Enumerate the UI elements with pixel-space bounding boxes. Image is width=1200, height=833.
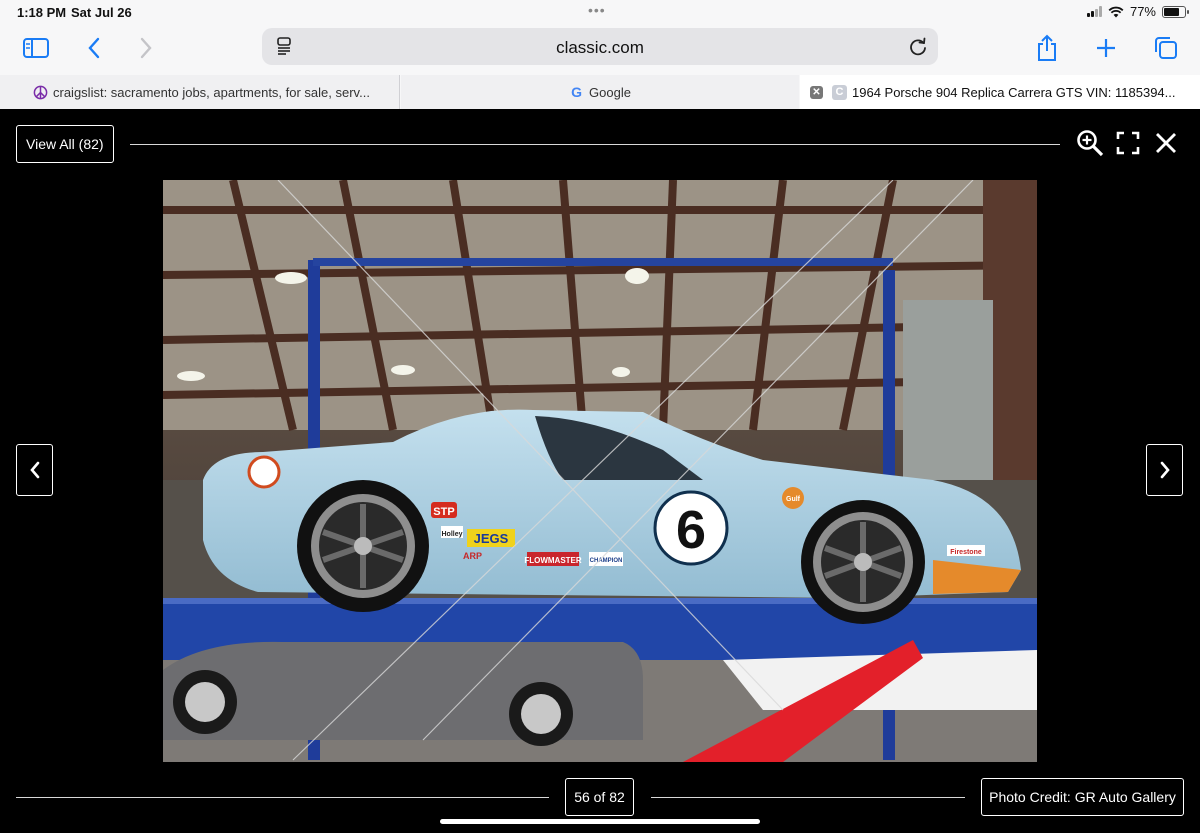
tab-title: 1964 Porsche 904 Replica Carrera GTS VIN…: [852, 84, 1176, 100]
classic-c-icon: C: [832, 84, 847, 100]
status-date: Sat Jul 26: [71, 5, 132, 20]
sidebar-toggle-icon[interactable]: [22, 34, 50, 62]
tab-title: Google: [589, 84, 631, 100]
tab-overview-icon[interactable]: [1152, 34, 1180, 62]
battery-percent: 77%: [1129, 4, 1156, 19]
photo-credit-button[interactable]: Photo Credit: GR Auto Gallery: [981, 778, 1184, 816]
decal-arp: ARP: [463, 551, 482, 561]
previous-photo-button[interactable]: [16, 444, 53, 496]
photo-counter: 56 of 82: [565, 778, 634, 816]
lightbox-controls: [1076, 129, 1180, 157]
status-right: 77%: [1086, 4, 1189, 19]
new-tab-plus-icon[interactable]: [1092, 34, 1120, 62]
top-divider: [130, 144, 1060, 145]
decal-firestone: Firestone: [950, 549, 982, 556]
cellular-signal-icon: [1086, 6, 1102, 17]
rear-wheel: [801, 500, 925, 624]
safari-toolbar: classic.com: [0, 26, 1200, 70]
url-text: classic.com: [556, 38, 644, 57]
multitasking-dots-icon[interactable]: •••: [588, 2, 606, 18]
forward-chevron-icon[interactable]: [132, 34, 160, 62]
car-number: 6: [676, 500, 706, 560]
gallery-lightbox: View All (82) 6 STP Holley JEGS FLOWMAST…: [0, 109, 1200, 833]
browser-chrome: 1:18 PM Sat Jul 26 ••• 77% classic.com c…: [0, 0, 1200, 109]
decal-stp: STP: [433, 506, 454, 518]
decal-flowmaster: FLOWMASTER: [524, 556, 582, 565]
tab-title: craigslist: sacramento jobs, apartments,…: [53, 84, 370, 100]
decal-gulf: Gulf: [786, 496, 801, 503]
chevron-right-icon: [1160, 461, 1170, 479]
close-icon[interactable]: [1152, 129, 1180, 157]
car-photo-illustration: 6 STP Holley JEGS FLOWMASTER CHAMPION AR…: [163, 180, 1037, 762]
next-photo-button[interactable]: [1146, 444, 1183, 496]
tab-classic[interactable]: ✕ C 1964 Porsche 904 Replica Carrera GTS…: [800, 75, 1200, 109]
peace-icon: [33, 85, 48, 100]
home-indicator[interactable]: [440, 819, 760, 824]
tab-bar: craigslist: sacramento jobs, apartments,…: [0, 75, 1200, 109]
bottom-divider-right: [651, 797, 965, 798]
zoom-in-icon[interactable]: [1076, 129, 1104, 157]
close-tab-icon[interactable]: ✕: [810, 85, 823, 99]
status-bar: 1:18 PM Sat Jul 26 ••• 77%: [0, 0, 1200, 24]
battery-icon: [1162, 5, 1189, 18]
front-wheel: [297, 480, 429, 612]
decal-jegs: JEGS: [474, 531, 509, 546]
share-icon[interactable]: [1033, 34, 1061, 62]
bottom-divider-left: [16, 797, 549, 798]
status-time: 1:18 PM: [17, 5, 67, 20]
fullscreen-icon[interactable]: [1114, 129, 1142, 157]
tab-craigslist[interactable]: craigslist: sacramento jobs, apartments,…: [0, 75, 400, 109]
reload-icon[interactable]: [908, 37, 928, 57]
chevron-left-icon: [29, 461, 39, 479]
tab-google[interactable]: G Google: [401, 75, 799, 109]
address-bar[interactable]: classic.com: [262, 28, 938, 65]
decal-holley: Holley: [441, 531, 462, 538]
gallery-photo[interactable]: 6 STP Holley JEGS FLOWMASTER CHAMPION AR…: [163, 180, 1037, 762]
battery-fill: [1164, 7, 1180, 16]
google-g-icon: G: [571, 84, 582, 100]
decal-champion: CHAMPION: [590, 558, 623, 564]
view-all-button[interactable]: View All (82): [16, 125, 114, 163]
back-chevron-icon[interactable]: [80, 34, 108, 62]
wifi-icon: [1108, 6, 1124, 17]
